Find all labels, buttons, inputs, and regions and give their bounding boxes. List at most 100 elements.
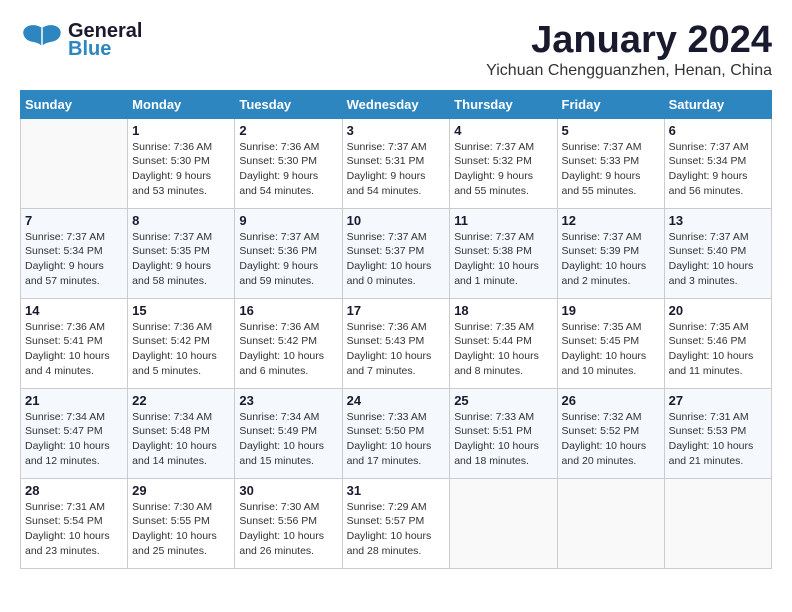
day-cell-8: 8Sunrise: 7:37 AM Sunset: 5:35 PM Daylig…	[128, 208, 235, 298]
day-info: Sunrise: 7:31 AM Sunset: 5:53 PM Dayligh…	[669, 410, 767, 469]
day-number: 1	[132, 123, 230, 138]
day-number: 17	[347, 303, 446, 318]
day-cell-31: 31 Sunrise: 7:29 AM Sunset: 5:57 PM Dayli…	[342, 478, 450, 568]
day-cell-4: 4Sunrise: 7:37 AM Sunset: 5:32 PM Daylig…	[450, 118, 557, 208]
day-number: 9	[239, 213, 337, 228]
weekday-header-row: SundayMondayTuesdayWednesdayThursdayFrid…	[21, 90, 772, 118]
day-info: Sunrise: 7:35 AM Sunset: 5:44 PM Dayligh…	[454, 320, 552, 379]
day-number: 30	[239, 483, 337, 498]
day-info: Sunrise: 7:37 AM Sunset: 5:34 PM Dayligh…	[25, 230, 123, 289]
weekday-header-thursday: Thursday	[450, 90, 557, 118]
day-info: Sunrise: 7:34 AM Sunset: 5:49 PM Dayligh…	[239, 410, 337, 469]
title-block: January 2024 Yichuan Chengguanzhen, Hena…	[486, 20, 772, 80]
day-info: Sunrise: 7:32 AM Sunset: 5:52 PM Dayligh…	[562, 410, 660, 469]
day-number: 16	[239, 303, 337, 318]
day-cell-2: 2Sunrise: 7:36 AM Sunset: 5:30 PM Daylig…	[235, 118, 342, 208]
week-row-3: 14Sunrise: 7:36 AM Sunset: 5:41 PM Dayli…	[21, 298, 772, 388]
day-number: 4	[454, 123, 552, 138]
day-number: 31	[347, 483, 446, 498]
day-number: 22	[132, 393, 230, 408]
day-number: 5	[562, 123, 660, 138]
day-info: Sunrise: 7:33 AM Sunset: 5:50 PM Dayligh…	[347, 410, 446, 469]
day-cell-24: 24 Sunrise: 7:33 AM Sunset: 5:50 PM Dayli…	[342, 388, 450, 478]
day-number: 10	[347, 213, 446, 228]
weekday-header-tuesday: Tuesday	[235, 90, 342, 118]
day-cell-20: 20 Sunrise: 7:35 AM Sunset: 5:46 PM Dayli…	[664, 298, 771, 388]
weekday-header-monday: Monday	[128, 90, 235, 118]
day-info: Sunrise: 7:34 AM Sunset: 5:47 PM Dayligh…	[25, 410, 123, 469]
day-info: Sunrise: 7:34 AM Sunset: 5:48 PM Dayligh…	[132, 410, 230, 469]
day-number: 20	[669, 303, 767, 318]
day-info: Sunrise: 7:37 AM Sunset: 5:40 PM Dayligh…	[669, 230, 767, 289]
day-cell-22: 22 Sunrise: 7:34 AM Sunset: 5:48 PM Dayli…	[128, 388, 235, 478]
day-info: Sunrise: 7:31 AM Sunset: 5:54 PM Dayligh…	[25, 500, 123, 559]
day-number: 26	[562, 393, 660, 408]
day-info: Sunrise: 7:37 AM Sunset: 5:36 PM Dayligh…	[239, 230, 337, 289]
day-number: 23	[239, 393, 337, 408]
calendar-table: SundayMondayTuesdayWednesdayThursdayFrid…	[20, 90, 772, 569]
day-cell-16: 16 Sunrise: 7:36 AM Sunset: 5:42 PM Dayli…	[235, 298, 342, 388]
day-cell-17: 17Sunrise: 7:36 AM Sunset: 5:43 PM Dayli…	[342, 298, 450, 388]
week-row-4: 21 Sunrise: 7:34 AM Sunset: 5:47 PM Dayli…	[21, 388, 772, 478]
day-cell-30: 30 Sunrise: 7:30 AM Sunset: 5:56 PM Dayli…	[235, 478, 342, 568]
day-number: 12	[562, 213, 660, 228]
day-cell-9: 9 Sunrise: 7:37 AM Sunset: 5:36 PM Daylig…	[235, 208, 342, 298]
day-cell-26: 26 Sunrise: 7:32 AM Sunset: 5:52 PM Dayli…	[557, 388, 664, 478]
day-number: 7	[25, 213, 123, 228]
day-number: 19	[562, 303, 660, 318]
page-header: General Blue January 2024 Yichuan Chengg…	[20, 20, 772, 80]
day-info: Sunrise: 7:36 AM Sunset: 5:42 PM Dayligh…	[132, 320, 230, 379]
empty-cell	[450, 478, 557, 568]
week-row-1: 1 Sunrise: 7:36 AM Sunset: 5:30 PM Daylig…	[21, 118, 772, 208]
day-cell-28: 28 Sunrise: 7:31 AM Sunset: 5:54 PM Dayli…	[21, 478, 128, 568]
day-cell-18: 18Sunrise: 7:35 AM Sunset: 5:44 PM Dayli…	[450, 298, 557, 388]
day-info: Sunrise: 7:33 AM Sunset: 5:51 PM Dayligh…	[454, 410, 552, 469]
day-number: 6	[669, 123, 767, 138]
day-number: 15	[132, 303, 230, 318]
day-cell-19: 19Sunrise: 7:35 AM Sunset: 5:45 PM Dayli…	[557, 298, 664, 388]
week-row-5: 28 Sunrise: 7:31 AM Sunset: 5:54 PM Dayli…	[21, 478, 772, 568]
day-cell-5: 5 Sunrise: 7:37 AM Sunset: 5:33 PM Daylig…	[557, 118, 664, 208]
empty-cell	[557, 478, 664, 568]
day-cell-13: 13 Sunrise: 7:37 AM Sunset: 5:40 PM Dayli…	[664, 208, 771, 298]
day-info: Sunrise: 7:30 AM Sunset: 5:55 PM Dayligh…	[132, 500, 230, 559]
day-cell-27: 27Sunrise: 7:31 AM Sunset: 5:53 PM Dayli…	[664, 388, 771, 478]
weekday-header-wednesday: Wednesday	[342, 90, 450, 118]
day-number: 24	[347, 393, 446, 408]
day-info: Sunrise: 7:37 AM Sunset: 5:33 PM Dayligh…	[562, 140, 660, 199]
day-info: Sunrise: 7:37 AM Sunset: 5:37 PM Dayligh…	[347, 230, 446, 289]
day-cell-3: 3 Sunrise: 7:37 AM Sunset: 5:31 PM Daylig…	[342, 118, 450, 208]
day-info: Sunrise: 7:37 AM Sunset: 5:34 PM Dayligh…	[669, 140, 767, 199]
day-cell-21: 21 Sunrise: 7:34 AM Sunset: 5:47 PM Dayli…	[21, 388, 128, 478]
day-info: Sunrise: 7:30 AM Sunset: 5:56 PM Dayligh…	[239, 500, 337, 559]
location: Yichuan Chengguanzhen, Henan, China	[486, 62, 772, 80]
week-row-2: 7 Sunrise: 7:37 AM Sunset: 5:34 PM Daylig…	[21, 208, 772, 298]
empty-cell	[21, 118, 128, 208]
day-number: 28	[25, 483, 123, 498]
day-number: 25	[454, 393, 552, 408]
day-number: 21	[25, 393, 123, 408]
day-number: 3	[347, 123, 446, 138]
logo: General Blue	[20, 20, 142, 60]
day-info: Sunrise: 7:35 AM Sunset: 5:46 PM Dayligh…	[669, 320, 767, 379]
day-info: Sunrise: 7:36 AM Sunset: 5:41 PM Dayligh…	[25, 320, 123, 379]
day-info: Sunrise: 7:37 AM Sunset: 5:31 PM Dayligh…	[347, 140, 446, 199]
day-cell-14: 14Sunrise: 7:36 AM Sunset: 5:41 PM Dayli…	[21, 298, 128, 388]
day-cell-6: 6 Sunrise: 7:37 AM Sunset: 5:34 PM Daylig…	[664, 118, 771, 208]
weekday-header-saturday: Saturday	[664, 90, 771, 118]
day-info: Sunrise: 7:36 AM Sunset: 5:30 PM Dayligh…	[239, 140, 337, 199]
day-info: Sunrise: 7:29 AM Sunset: 5:57 PM Dayligh…	[347, 500, 446, 559]
day-cell-23: 23 Sunrise: 7:34 AM Sunset: 5:49 PM Dayli…	[235, 388, 342, 478]
day-cell-11: 11Sunrise: 7:37 AM Sunset: 5:38 PM Dayli…	[450, 208, 557, 298]
day-number: 11	[454, 213, 552, 228]
day-number: 13	[669, 213, 767, 228]
day-number: 8	[132, 213, 230, 228]
day-cell-10: 10 Sunrise: 7:37 AM Sunset: 5:37 PM Dayli…	[342, 208, 450, 298]
day-info: Sunrise: 7:36 AM Sunset: 5:30 PM Dayligh…	[132, 140, 230, 199]
day-info: Sunrise: 7:36 AM Sunset: 5:42 PM Dayligh…	[239, 320, 337, 379]
day-cell-7: 7 Sunrise: 7:37 AM Sunset: 5:34 PM Daylig…	[21, 208, 128, 298]
month-title: January 2024	[486, 20, 772, 62]
day-cell-29: 29Sunrise: 7:30 AM Sunset: 5:55 PM Dayli…	[128, 478, 235, 568]
day-cell-1: 1 Sunrise: 7:36 AM Sunset: 5:30 PM Daylig…	[128, 118, 235, 208]
day-cell-15: 15 Sunrise: 7:36 AM Sunset: 5:42 PM Dayli…	[128, 298, 235, 388]
